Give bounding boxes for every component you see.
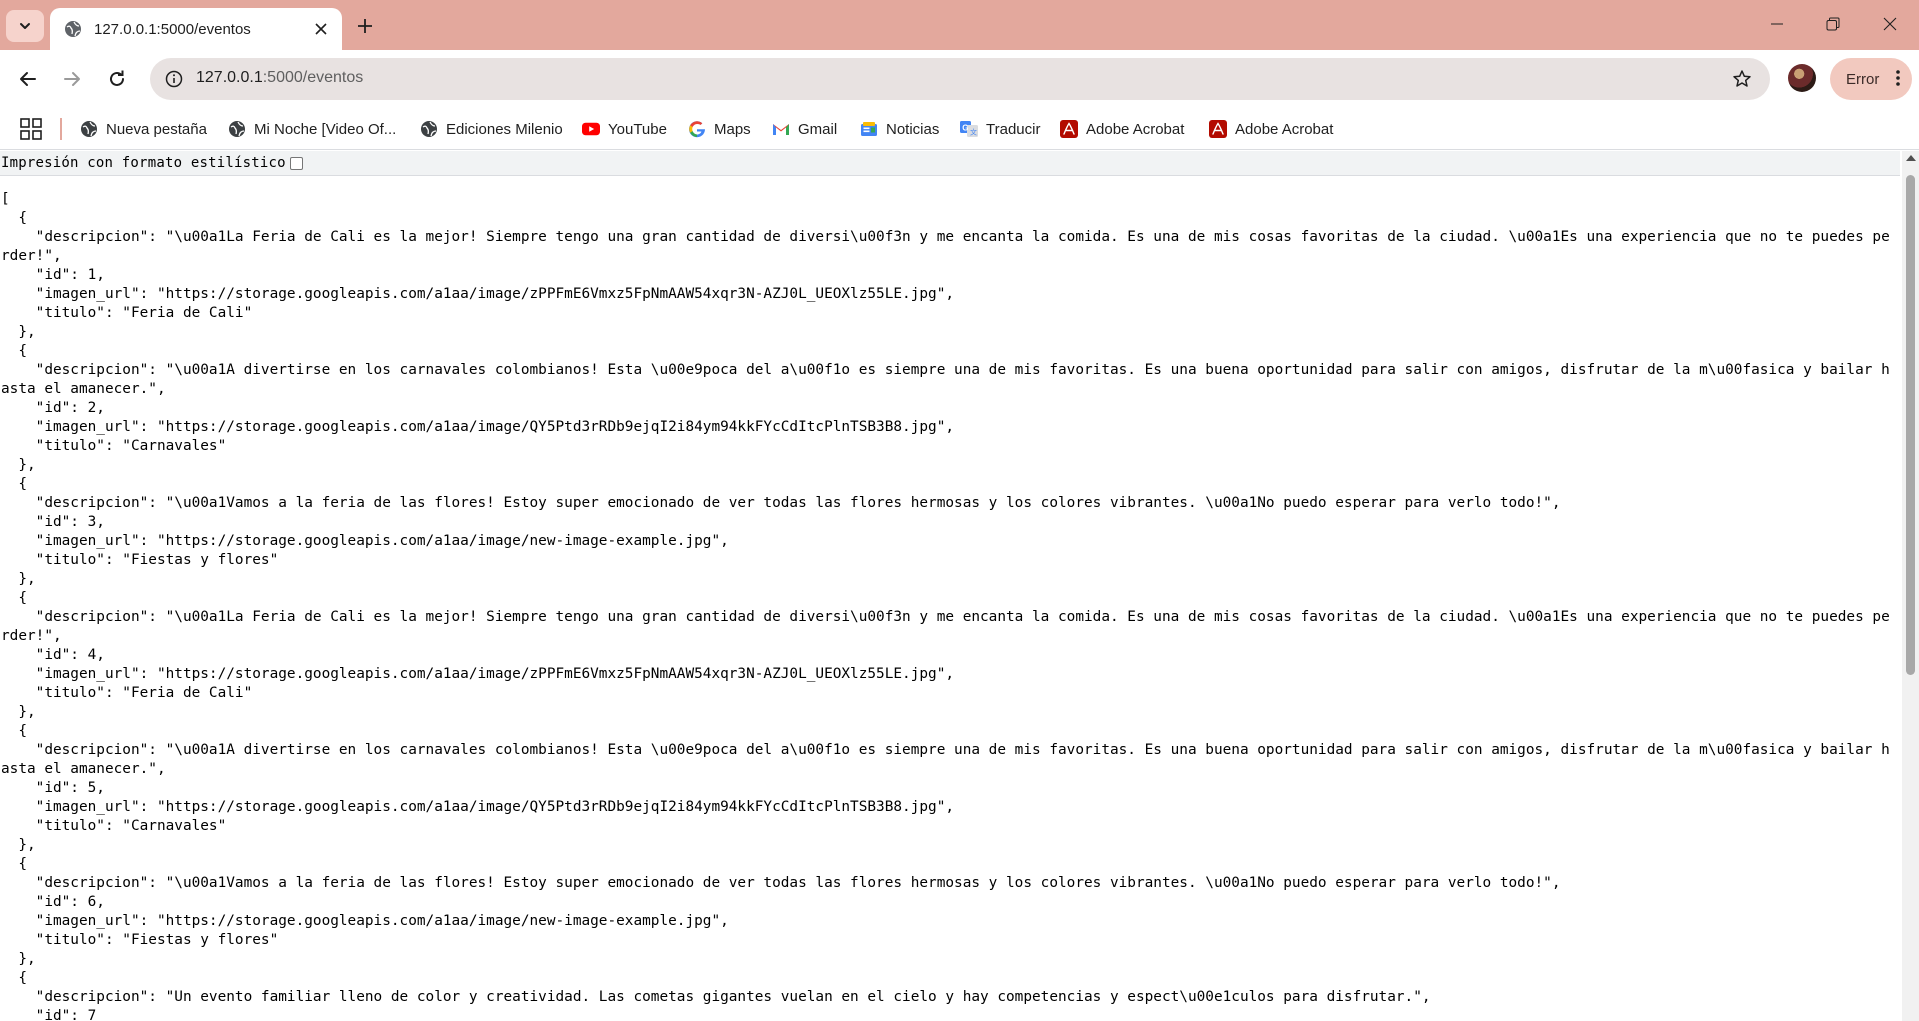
bookmark-label: Adobe Acrobat [1235,120,1334,138]
bookmark-adobe-acrobat-2[interactable]: Adobe Acrobat [1209,116,1333,142]
bookmark-label: Ediciones Milenio [446,120,563,138]
reload-button[interactable] [99,61,135,97]
close-window-button[interactable] [1867,6,1913,42]
minimize-icon [1771,23,1783,25]
close-tab-icon[interactable] [310,18,332,40]
arrow-right-icon [64,72,80,86]
back-button[interactable] [10,61,46,97]
close-icon [1883,17,1897,31]
bookmark-label: Noticias [886,120,940,138]
profile-error-button[interactable]: Error [1830,58,1912,100]
bookmark-noticias[interactable]: Noticias [860,116,939,142]
translate-icon: G文 [960,120,978,138]
bookmark-maps[interactable]: Maps [688,116,751,142]
bookmark-gmail[interactable]: Gmail [772,116,837,142]
bookmark-nueva-pestana[interactable]: Nueva pestaña [80,116,207,142]
news-icon [860,120,878,138]
svg-text:G: G [962,124,968,133]
bookmark-label: YouTube [608,120,667,138]
svg-text:文: 文 [970,128,977,137]
bookmark-youtube[interactable]: YouTube [582,116,667,142]
tab-active[interactable]: 127.0.0.1:5000/eventos [50,8,342,50]
bookmark-label: Mi Noche [Video Of... [254,120,397,138]
acrobat-icon [1209,120,1227,138]
globe-icon [420,120,438,138]
bookmarks-bar: Nueva pestaña Mi Noche [Video Of... Edic… [0,108,1919,150]
youtube-icon [582,120,600,138]
globe-icon [228,120,246,138]
more-menu-icon [1896,70,1900,86]
chevron-down-icon [20,23,30,29]
bookmark-adobe-acrobat-1[interactable]: Adobe Acrobat [1060,116,1184,142]
page-content: Impresión con formato estilístico [ { "d… [0,151,1919,1021]
globe-icon [64,20,82,38]
restore-button[interactable] [1810,6,1856,42]
site-info-icon[interactable] [160,65,188,93]
bookmark-label: Gmail [798,120,838,138]
scrollbar-thumb[interactable] [1906,175,1915,675]
bookmark-label: Nueva pestaña [106,120,207,138]
plus-icon [358,19,372,33]
apps-grid-icon[interactable] [20,118,42,140]
restore-icon [1826,17,1840,31]
reload-icon [110,70,124,86]
toolbar: 127.0.0.1:5000/eventos Error [0,50,1919,108]
minimize-button[interactable] [1754,6,1800,42]
bookmark-ediciones-milenio[interactable]: Ediciones Milenio [420,116,563,142]
pretty-print-checkbox[interactable] [289,156,303,170]
bookmarks-separator [60,118,62,140]
bookmark-label: Traducir [986,120,1041,138]
bookmark-label: Maps [714,120,751,138]
new-tab-button[interactable] [350,12,380,40]
bookmark-star-icon[interactable] [1730,67,1754,91]
address-bar[interactable]: 127.0.0.1:5000/eventos [150,58,1770,100]
profile-avatar[interactable] [1788,64,1816,92]
gmail-icon [772,120,790,138]
globe-icon [80,120,98,138]
bookmark-mi-noche[interactable]: Mi Noche [Video Of... [228,116,396,142]
bookmark-label: Adobe Acrobat [1086,120,1185,138]
scroll-up-arrow-icon[interactable] [1906,155,1916,161]
bookmark-traducir[interactable]: G文 Traducir [960,116,1040,142]
arrow-left-icon [20,72,36,86]
acrobat-icon [1060,120,1078,138]
tab-title: 127.0.0.1:5000/eventos [94,20,251,38]
pretty-print-label: Impresión con formato estilístico [1,155,286,171]
vertical-scrollbar[interactable] [1902,151,1919,1021]
tab-search-button[interactable] [6,10,44,42]
url-text[interactable]: 127.0.0.1:5000/eventos [196,69,363,87]
json-response-body: [ { "descripcion": "\u00a1La Feria de Ca… [1,191,1890,1021]
url-host: 127.0.0.1 [196,69,263,86]
pretty-print-bar: Impresión con formato estilístico [0,151,1900,176]
error-label: Error [1846,70,1880,88]
google-icon [688,120,706,138]
forward-button[interactable] [54,61,90,97]
tab-strip: 127.0.0.1:5000/eventos [0,0,1919,50]
url-path: :5000/eventos [262,69,364,86]
